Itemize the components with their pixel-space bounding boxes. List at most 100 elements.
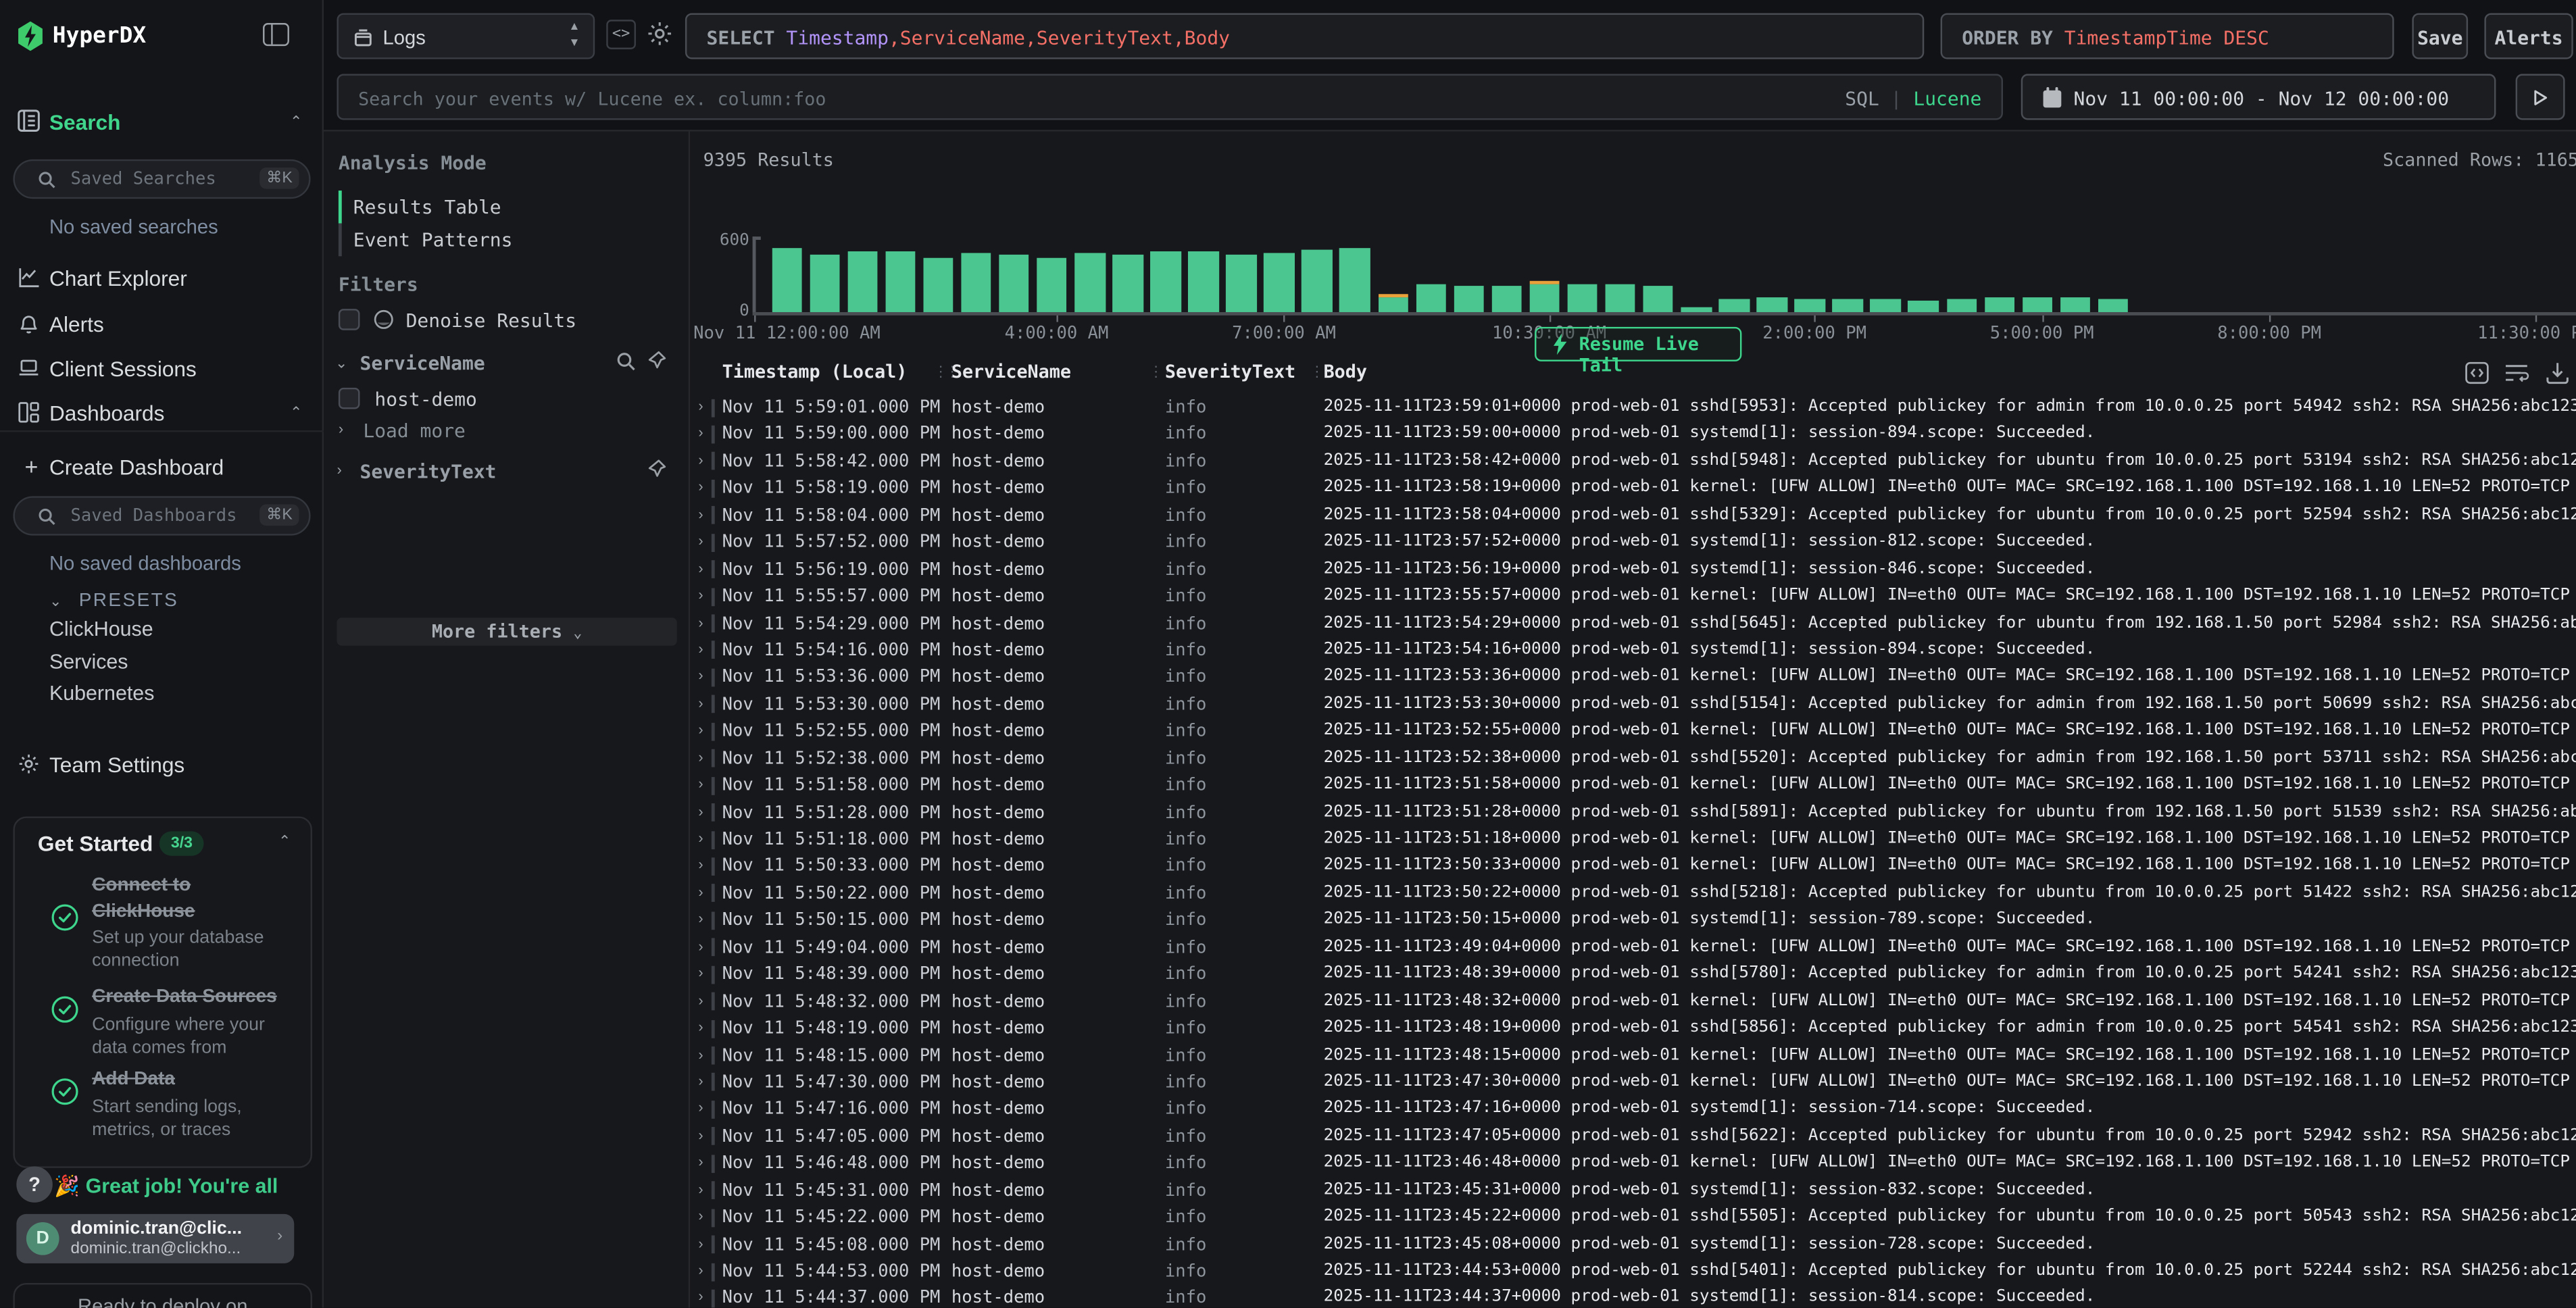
preset-services[interactable]: Services bbox=[49, 650, 128, 673]
more-filters-button[interactable]: More filters ⌄ bbox=[337, 618, 676, 645]
expand-row-icon[interactable]: › bbox=[698, 1180, 703, 1197]
order-by-input[interactable]: ORDER BY TimestampTime DESC bbox=[1941, 13, 2394, 59]
presets-header[interactable]: ⌄ PRESETS bbox=[49, 585, 178, 615]
histogram-bar[interactable] bbox=[2060, 297, 2090, 312]
table-row[interactable]: ›Nov 11 5:51:18.000 PMhost-demoinfo2025-… bbox=[690, 826, 2576, 853]
search-input[interactable]: Search your events w/ Lucene ex. column:… bbox=[337, 74, 2003, 120]
sidebar-item-team-settings[interactable]: Team Settings bbox=[0, 744, 324, 786]
table-row[interactable]: ›Nov 11 5:59:00.000 PMhost-demoinfo2025-… bbox=[690, 422, 2576, 449]
histogram-bar[interactable] bbox=[1946, 299, 1977, 312]
alerts-button[interactable]: Alerts bbox=[2484, 13, 2573, 59]
expand-row-icon[interactable]: › bbox=[698, 911, 703, 927]
expand-row-icon[interactable]: › bbox=[698, 938, 703, 954]
table-row[interactable]: ›Nov 11 5:47:05.000 PMhost-demoinfo2025-… bbox=[690, 1124, 2576, 1151]
table-row[interactable]: ›Nov 11 5:48:39.000 PMhost-demoinfo2025-… bbox=[690, 961, 2576, 988]
column-resize-handle[interactable]: ⋮⋮ bbox=[933, 363, 938, 382]
table-row[interactable]: ›Nov 11 5:45:31.000 PMhost-demoinfo2025-… bbox=[690, 1178, 2576, 1205]
select-query-input[interactable]: SELECT Timestamp,ServiceName,SeverityTex… bbox=[685, 13, 1924, 59]
saved-dashboards-input[interactable]: Saved Dashboards ⌘K bbox=[13, 496, 310, 535]
expand-row-icon[interactable]: › bbox=[698, 992, 703, 1008]
table-row[interactable]: ›Nov 11 5:44:53.000 PMhost-demoinfo2025-… bbox=[690, 1259, 2576, 1286]
histogram-bar[interactable] bbox=[923, 258, 953, 312]
table-row[interactable]: ›Nov 11 5:44:37.000 PMhost-demoinfo2025-… bbox=[690, 1285, 2576, 1307]
pin-icon[interactable] bbox=[646, 350, 668, 372]
table-row[interactable]: ›Nov 11 5:51:58.000 PMhost-demoinfo2025-… bbox=[690, 772, 2576, 799]
expand-row-icon[interactable]: › bbox=[698, 749, 703, 765]
preset-clickhouse[interactable]: ClickHouse bbox=[49, 618, 153, 640]
sidebar-item-alerts[interactable]: Alerts bbox=[0, 304, 324, 347]
chevron-up-icon[interactable]: ⌃ bbox=[278, 833, 291, 851]
histogram-bar[interactable] bbox=[847, 252, 878, 312]
histogram-bar[interactable] bbox=[1833, 299, 1863, 312]
expand-row-icon[interactable]: › bbox=[698, 640, 703, 657]
table-row[interactable]: ›Nov 11 5:48:32.000 PMhost-demoinfo2025-… bbox=[690, 988, 2576, 1015]
table-row[interactable]: ›Nov 11 5:50:22.000 PMhost-demoinfo2025-… bbox=[690, 880, 2576, 907]
expand-row-icon[interactable]: › bbox=[698, 668, 703, 684]
query-language-toggle[interactable]: SQL | Lucene bbox=[1845, 87, 1981, 110]
events-histogram[interactable]: 600 0 Nov 11 12:00:00 AM4:00:00 AM7:00:0… bbox=[690, 178, 2576, 296]
expand-row-icon[interactable]: › bbox=[698, 776, 703, 792]
table-row[interactable]: ›Nov 11 5:51:28.000 PMhost-demoinfo2025-… bbox=[690, 799, 2576, 826]
table-row[interactable]: ›Nov 11 5:52:55.000 PMhost-demoinfo2025-… bbox=[690, 718, 2576, 745]
expand-row-icon[interactable]: › bbox=[698, 424, 703, 441]
histogram-bar[interactable] bbox=[1227, 254, 1257, 312]
histogram-bar[interactable] bbox=[1795, 299, 1825, 312]
table-row[interactable]: ›Nov 11 5:49:04.000 PMhost-demoinfo2025-… bbox=[690, 934, 2576, 961]
expand-row-icon[interactable]: › bbox=[698, 559, 703, 576]
table-row[interactable]: ›Nov 11 5:48:15.000 PMhost-demoinfo2025-… bbox=[690, 1042, 2576, 1070]
table-row[interactable]: ›Nov 11 5:47:30.000 PMhost-demoinfo2025-… bbox=[690, 1070, 2576, 1097]
histogram-bar[interactable] bbox=[1074, 253, 1105, 312]
expand-row-icon[interactable]: › bbox=[698, 1261, 703, 1278]
table-row[interactable]: ›Nov 11 5:47:16.000 PMhost-demoinfo2025-… bbox=[690, 1097, 2576, 1124]
sidebar-item-search[interactable]: Search ⌃ bbox=[0, 105, 324, 141]
column-resize-handle[interactable]: ⋮⋮ bbox=[1149, 363, 1154, 382]
load-more-button[interactable]: Load more bbox=[363, 419, 466, 442]
expand-row-icon[interactable]: › bbox=[698, 1046, 703, 1062]
mode-event-patterns[interactable]: Event Patterns bbox=[353, 228, 513, 251]
histogram-bar[interactable] bbox=[1454, 286, 1484, 312]
histogram-bar[interactable] bbox=[1719, 299, 1750, 312]
col-severitytext[interactable]: SeverityText bbox=[1165, 361, 1295, 383]
histogram-bar[interactable] bbox=[2022, 298, 2052, 312]
histogram-bar[interactable] bbox=[1264, 253, 1295, 312]
histogram-bar[interactable] bbox=[772, 248, 802, 311]
table-row[interactable]: ›Nov 11 5:58:42.000 PMhost-demoinfo2025-… bbox=[690, 448, 2576, 475]
gear-icon[interactable] bbox=[646, 20, 674, 47]
column-resize-handle[interactable]: ⋮⋮ bbox=[1310, 363, 1314, 382]
code-view-icon[interactable] bbox=[2464, 361, 2489, 384]
sidebar-item-dashboards[interactable]: Dashboards⌃ bbox=[0, 393, 324, 435]
table-row[interactable]: ›Nov 11 5:58:19.000 PMhost-demoinfo2025-… bbox=[690, 475, 2576, 502]
expand-row-icon[interactable]: › bbox=[698, 1100, 703, 1116]
histogram-bar[interactable] bbox=[1529, 284, 1560, 312]
filter-group-servicename[interactable]: ServiceName bbox=[360, 351, 485, 374]
save-button[interactable]: Save bbox=[2412, 13, 2468, 59]
table-row[interactable]: ›Nov 11 5:54:16.000 PMhost-demoinfo2025-… bbox=[690, 637, 2576, 664]
expand-row-icon[interactable]: › bbox=[698, 803, 703, 819]
expand-row-icon[interactable]: › bbox=[698, 1154, 703, 1170]
histogram-bar[interactable] bbox=[1378, 298, 1408, 312]
histogram-bar[interactable] bbox=[1112, 255, 1143, 312]
expand-row-icon[interactable]: › bbox=[698, 695, 703, 711]
expand-row-icon[interactable]: › bbox=[698, 1127, 703, 1143]
code-view-icon[interactable]: <> bbox=[606, 20, 636, 49]
histogram-bar[interactable] bbox=[1150, 251, 1181, 312]
histogram-bar[interactable] bbox=[1605, 284, 1635, 312]
histogram-bar[interactable] bbox=[1302, 249, 1333, 312]
expand-row-icon[interactable]: › bbox=[698, 857, 703, 873]
filter-option-host-demo[interactable]: host-demo bbox=[374, 388, 477, 411]
table-row[interactable]: ›Nov 11 5:52:38.000 PMhost-demoinfo2025-… bbox=[690, 745, 2576, 772]
histogram-bar[interactable] bbox=[1037, 257, 1067, 312]
table-row[interactable]: ›Nov 11 5:48:19.000 PMhost-demoinfo2025-… bbox=[690, 1015, 2576, 1042]
chevron-down-icon[interactable]: ⌄ bbox=[335, 355, 347, 373]
saved-searches-input[interactable]: Saved Searches ⌘K bbox=[13, 159, 310, 199]
pin-icon[interactable] bbox=[646, 458, 668, 480]
histogram-bar[interactable] bbox=[1908, 300, 1939, 312]
expand-row-icon[interactable]: › bbox=[698, 1288, 703, 1305]
help-button[interactable]: ? bbox=[16, 1166, 52, 1202]
sidebar-item-client-sessions[interactable]: Client Sessions bbox=[0, 348, 324, 391]
table-row[interactable]: ›Nov 11 5:55:57.000 PMhost-demoinfo2025-… bbox=[690, 583, 2576, 610]
histogram-bar-warn[interactable] bbox=[1529, 280, 1560, 284]
table-row[interactable]: ›Nov 11 5:58:04.000 PMhost-demoinfo2025-… bbox=[690, 502, 2576, 529]
create-dashboard-button[interactable]: + Create Dashboard bbox=[0, 447, 324, 489]
preset-kubernetes[interactable]: Kubernetes bbox=[49, 682, 154, 705]
